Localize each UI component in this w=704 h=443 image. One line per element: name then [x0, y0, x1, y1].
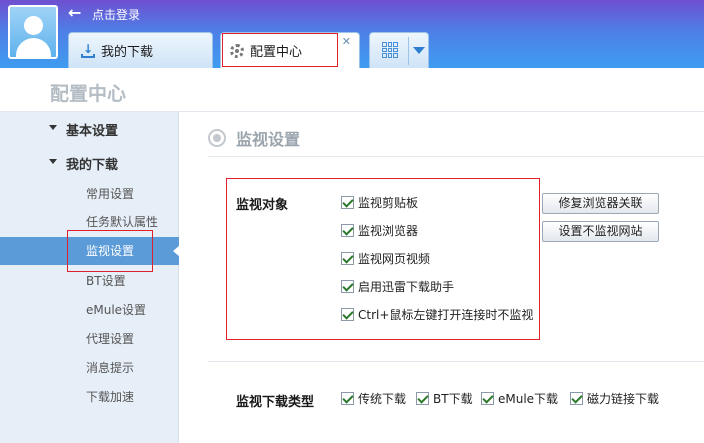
checkbox-label: 传统下载 [358, 392, 407, 406]
app-grid-button[interactable] [369, 32, 429, 68]
avatar-head [24, 16, 43, 35]
checkbox-checked[interactable] [341, 252, 354, 265]
checkbox-checked[interactable] [341, 280, 354, 293]
checkbox-clipboard[interactable]: 监视剪贴板 [341, 194, 418, 211]
checkbox-label: 磁力链接下载 [587, 392, 660, 406]
checkbox-browser[interactable]: 监视浏览器 [341, 222, 418, 239]
login-link[interactable]: 点击登录 [92, 6, 140, 23]
divider [208, 156, 704, 157]
checkbox-label: 启用迅雷下载助手 [358, 280, 455, 294]
checkbox-label: 监视剪贴板 [358, 196, 419, 210]
sidebar-group-my-downloads[interactable]: 我的下载 [49, 154, 119, 173]
divider [208, 361, 704, 362]
sidebar-group-label: 我的下载 [66, 158, 119, 173]
sidebar-item-emule[interactable]: eMule设置 [0, 296, 179, 324]
sidebar: 基本设置 我的下载 常用设置 任务默认属性 监视设置 BT设置 eMule设置 … [0, 112, 180, 443]
tab-my-downloads[interactable]: ↓ 我的下载 [68, 32, 213, 68]
sidebar-group-basic[interactable]: 基本设置 [49, 120, 119, 139]
eye-icon [208, 129, 226, 147]
highlight-box-tab [222, 33, 338, 67]
checkbox-ctrl-click[interactable]: Ctrl+鼠标左键打开连接时不监视 [341, 306, 533, 323]
config-title-bar: 配置中心 [0, 68, 704, 112]
checkbox-label: 监视网页视频 [358, 252, 431, 266]
checkbox-label: Ctrl+鼠标左键打开连接时不监视 [358, 308, 534, 322]
checkbox-traditional[interactable]: 传统下载 [341, 390, 406, 407]
repair-browser-button[interactable]: 修复浏览器关联 [542, 193, 659, 214]
grid-icon [382, 42, 398, 58]
checkbox-bt[interactable]: BT下载 [416, 390, 473, 407]
checkbox-label: 监视浏览器 [358, 224, 419, 238]
monitor-types-label: 监视下载类型 [236, 395, 315, 410]
sidebar-item-common[interactable]: 常用设置 [0, 180, 179, 208]
checkbox-label: BT下载 [433, 392, 473, 406]
app-header: ← 点击登录 ↓ 我的下载 配置中心 ✕ [0, 0, 704, 68]
sidebar-item-accelerate[interactable]: 下载加速 [0, 383, 179, 411]
caret-down-icon [49, 125, 57, 130]
user-avatar[interactable] [8, 5, 58, 59]
checkbox-checked[interactable] [341, 196, 354, 209]
back-arrow-icon[interactable]: ← [68, 4, 81, 22]
checkbox-web-video[interactable]: 监视网页视频 [341, 250, 430, 267]
caret-down-icon [49, 159, 57, 164]
download-icon: ↓ [81, 41, 95, 58]
highlight-box-sidebar [67, 230, 153, 272]
checkbox-checked[interactable] [481, 392, 494, 405]
avatar-body [16, 38, 51, 57]
sidebar-item-notify[interactable]: 消息提示 [0, 354, 179, 382]
checkbox-emule[interactable]: eMule下载 [481, 390, 558, 407]
monitor-objects-label: 监视对象 [236, 198, 289, 213]
checkbox-checked[interactable] [341, 392, 354, 405]
page-title: 配置中心 [50, 83, 127, 105]
dropdown-arrow-icon[interactable] [413, 47, 425, 54]
exclude-sites-button[interactable]: 设置不监视网站 [542, 221, 659, 242]
checkbox-checked[interactable] [416, 392, 429, 405]
checkbox-download-helper[interactable]: 启用迅雷下载助手 [341, 278, 454, 295]
checkbox-checked[interactable] [570, 392, 583, 405]
sidebar-item-proxy[interactable]: 代理设置 [0, 325, 179, 353]
checkbox-label: eMule下载 [498, 392, 559, 406]
checkbox-checked[interactable] [341, 224, 354, 237]
close-icon[interactable]: ✕ [342, 35, 351, 48]
section-header: 监视设置 [208, 126, 300, 150]
section-title: 监视设置 [236, 130, 301, 149]
checkbox-checked[interactable] [341, 308, 354, 321]
tab-label: 我的下载 [101, 45, 154, 60]
sidebar-group-label: 基本设置 [66, 124, 119, 139]
checkbox-magnet[interactable]: 磁力链接下载 [570, 390, 659, 407]
